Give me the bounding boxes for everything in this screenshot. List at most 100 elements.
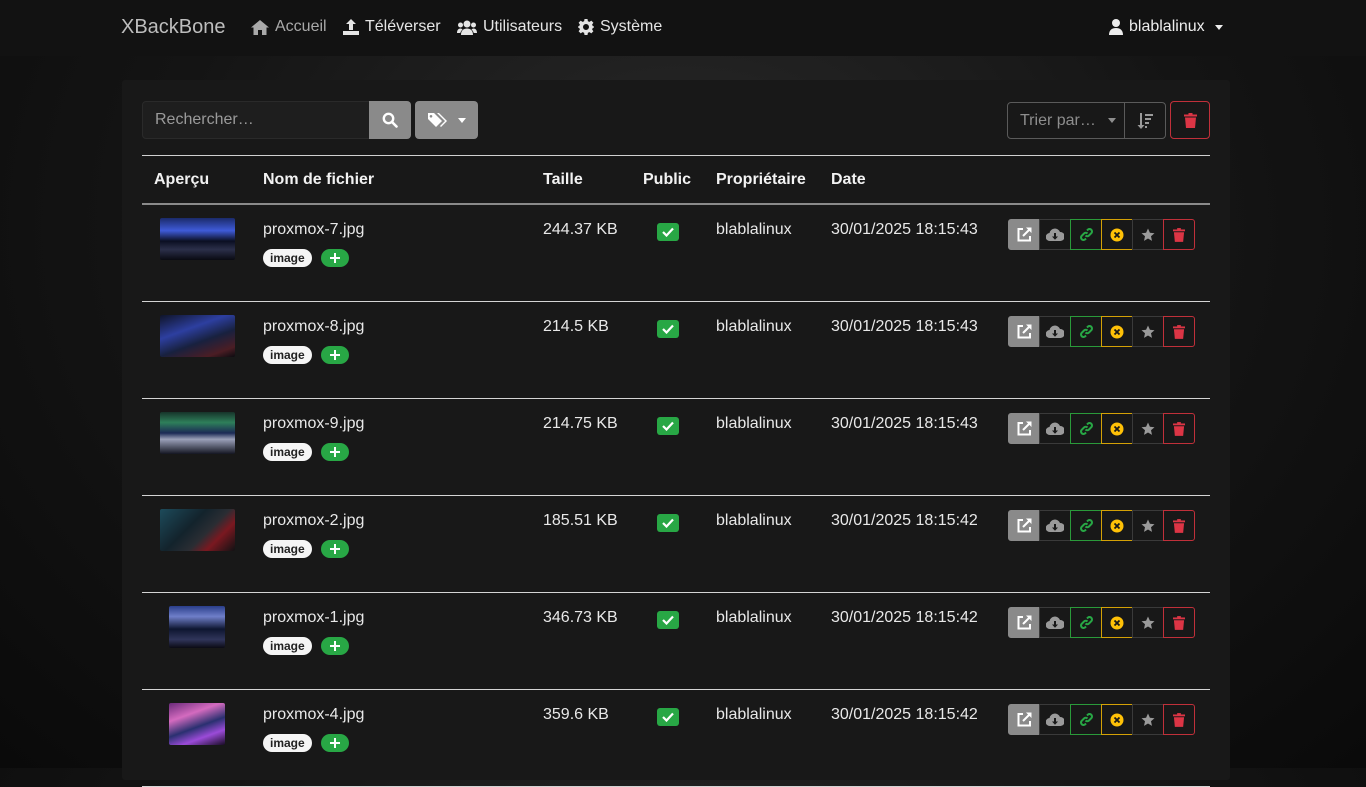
add-tag-button[interactable] <box>321 249 349 267</box>
open-link-button[interactable] <box>1008 607 1040 638</box>
star-button[interactable] <box>1132 510 1164 541</box>
link-icon <box>1079 227 1094 242</box>
external-link-icon <box>1017 421 1032 436</box>
file-name[interactable]: proxmox-8.jpg <box>263 318 364 336</box>
link-icon <box>1079 421 1094 436</box>
unpublish-button[interactable] <box>1101 704 1133 735</box>
unpublish-button[interactable] <box>1101 510 1133 541</box>
delete-button[interactable] <box>1163 510 1195 541</box>
download-button[interactable] <box>1039 607 1071 638</box>
chevron-down-icon <box>457 117 466 123</box>
tags-filter-button[interactable] <box>415 101 478 139</box>
add-tag-button[interactable] <box>321 637 349 655</box>
add-tag-button[interactable] <box>321 734 349 752</box>
public-check-icon <box>657 708 679 726</box>
header-filename: Nom de fichier <box>263 171 375 188</box>
add-tag-button[interactable] <box>321 540 349 558</box>
file-size: 346.73 KB <box>543 609 618 626</box>
unpublish-button[interactable] <box>1101 219 1133 250</box>
copy-link-button[interactable] <box>1070 704 1102 735</box>
file-thumbnail[interactable] <box>169 606 225 648</box>
external-link-icon <box>1017 615 1032 630</box>
row-actions <box>1008 219 1195 250</box>
open-link-button[interactable] <box>1008 316 1040 347</box>
open-link-button[interactable] <box>1008 704 1040 735</box>
download-button[interactable] <box>1039 316 1071 347</box>
file-date: 30/01/2025 18:15:42 <box>831 706 978 723</box>
times-circle-icon <box>1110 422 1124 436</box>
add-tag-button[interactable] <box>321 346 349 364</box>
cloud-download-icon <box>1046 422 1064 436</box>
trash-icon <box>1173 615 1185 630</box>
sort-by-select[interactable]: Trier par… <box>1007 102 1125 139</box>
download-button[interactable] <box>1039 704 1071 735</box>
open-link-button[interactable] <box>1008 510 1040 541</box>
user-menu[interactable]: blablalinux <box>1109 18 1223 36</box>
unpublish-button[interactable] <box>1101 316 1133 347</box>
cloud-download-icon <box>1046 713 1064 727</box>
star-button[interactable] <box>1132 219 1164 250</box>
copy-link-button[interactable] <box>1070 607 1102 638</box>
file-name[interactable]: proxmox-4.jpg <box>263 706 364 724</box>
header-size: Taille <box>543 171 583 188</box>
star-button[interactable] <box>1132 704 1164 735</box>
open-link-button[interactable] <box>1008 219 1040 250</box>
brand-logo[interactable]: XBackBone <box>121 16 226 39</box>
open-link-button[interactable] <box>1008 413 1040 444</box>
nav-system[interactable]: Système <box>578 18 662 36</box>
download-button[interactable] <box>1039 510 1071 541</box>
nav-home[interactable]: Accueil <box>251 18 327 36</box>
nav-users[interactable]: Utilisateurs <box>457 18 562 36</box>
delete-button[interactable] <box>1163 219 1195 250</box>
sort-order-button[interactable] <box>1124 102 1166 139</box>
file-name[interactable]: proxmox-7.jpg <box>263 221 364 239</box>
file-name[interactable]: proxmox-9.jpg <box>263 415 364 433</box>
add-tag-button[interactable] <box>321 443 349 461</box>
tag-badge[interactable]: image <box>263 637 312 655</box>
delete-selected-button[interactable] <box>1170 101 1210 139</box>
nav-upload[interactable]: Téléverser <box>343 18 441 36</box>
tag-badge[interactable]: image <box>263 443 312 461</box>
tag-badge[interactable]: image <box>263 249 312 267</box>
row-actions <box>1008 607 1195 638</box>
delete-button[interactable] <box>1163 607 1195 638</box>
download-button[interactable] <box>1039 413 1071 444</box>
plus-icon <box>330 641 340 651</box>
file-thumbnail[interactable] <box>160 315 235 357</box>
file-thumbnail[interactable] <box>160 509 235 551</box>
star-button[interactable] <box>1132 413 1164 444</box>
copy-link-button[interactable] <box>1070 510 1102 541</box>
nav-upload-label: Téléverser <box>365 18 441 35</box>
tag-badge[interactable]: image <box>263 346 312 364</box>
search-button[interactable] <box>369 101 411 139</box>
search-input[interactable]: Rechercher… <box>142 101 370 139</box>
file-name[interactable]: proxmox-1.jpg <box>263 609 364 627</box>
nav-home-label: Accueil <box>275 18 327 35</box>
row-actions <box>1008 510 1195 541</box>
copy-link-button[interactable] <box>1070 219 1102 250</box>
delete-button[interactable] <box>1163 704 1195 735</box>
delete-button[interactable] <box>1163 413 1195 444</box>
table-row: proxmox-8.jpg image 214.5 KB blablalinux… <box>142 302 1210 399</box>
unpublish-button[interactable] <box>1101 413 1133 444</box>
file-thumbnail[interactable] <box>160 218 235 260</box>
navbar: XBackBone Accueil Téléverser Utilisateur… <box>0 0 1366 56</box>
download-button[interactable] <box>1039 219 1071 250</box>
copy-link-button[interactable] <box>1070 316 1102 347</box>
file-owner: blablalinux <box>716 318 792 335</box>
delete-button[interactable] <box>1163 316 1195 347</box>
times-circle-icon <box>1110 228 1124 242</box>
star-button[interactable] <box>1132 316 1164 347</box>
file-date: 30/01/2025 18:15:43 <box>831 415 978 432</box>
file-thumbnail[interactable] <box>169 703 225 745</box>
tag-badge[interactable]: image <box>263 734 312 752</box>
tag-badge[interactable]: image <box>263 540 312 558</box>
header-preview: Aperçu <box>154 171 210 188</box>
star-button[interactable] <box>1132 607 1164 638</box>
chevron-down-icon <box>1107 118 1116 123</box>
file-thumbnail[interactable] <box>160 412 235 454</box>
file-name[interactable]: proxmox-2.jpg <box>263 512 364 530</box>
copy-link-button[interactable] <box>1070 413 1102 444</box>
unpublish-button[interactable] <box>1101 607 1133 638</box>
sort-amount-down-icon <box>1137 112 1153 129</box>
